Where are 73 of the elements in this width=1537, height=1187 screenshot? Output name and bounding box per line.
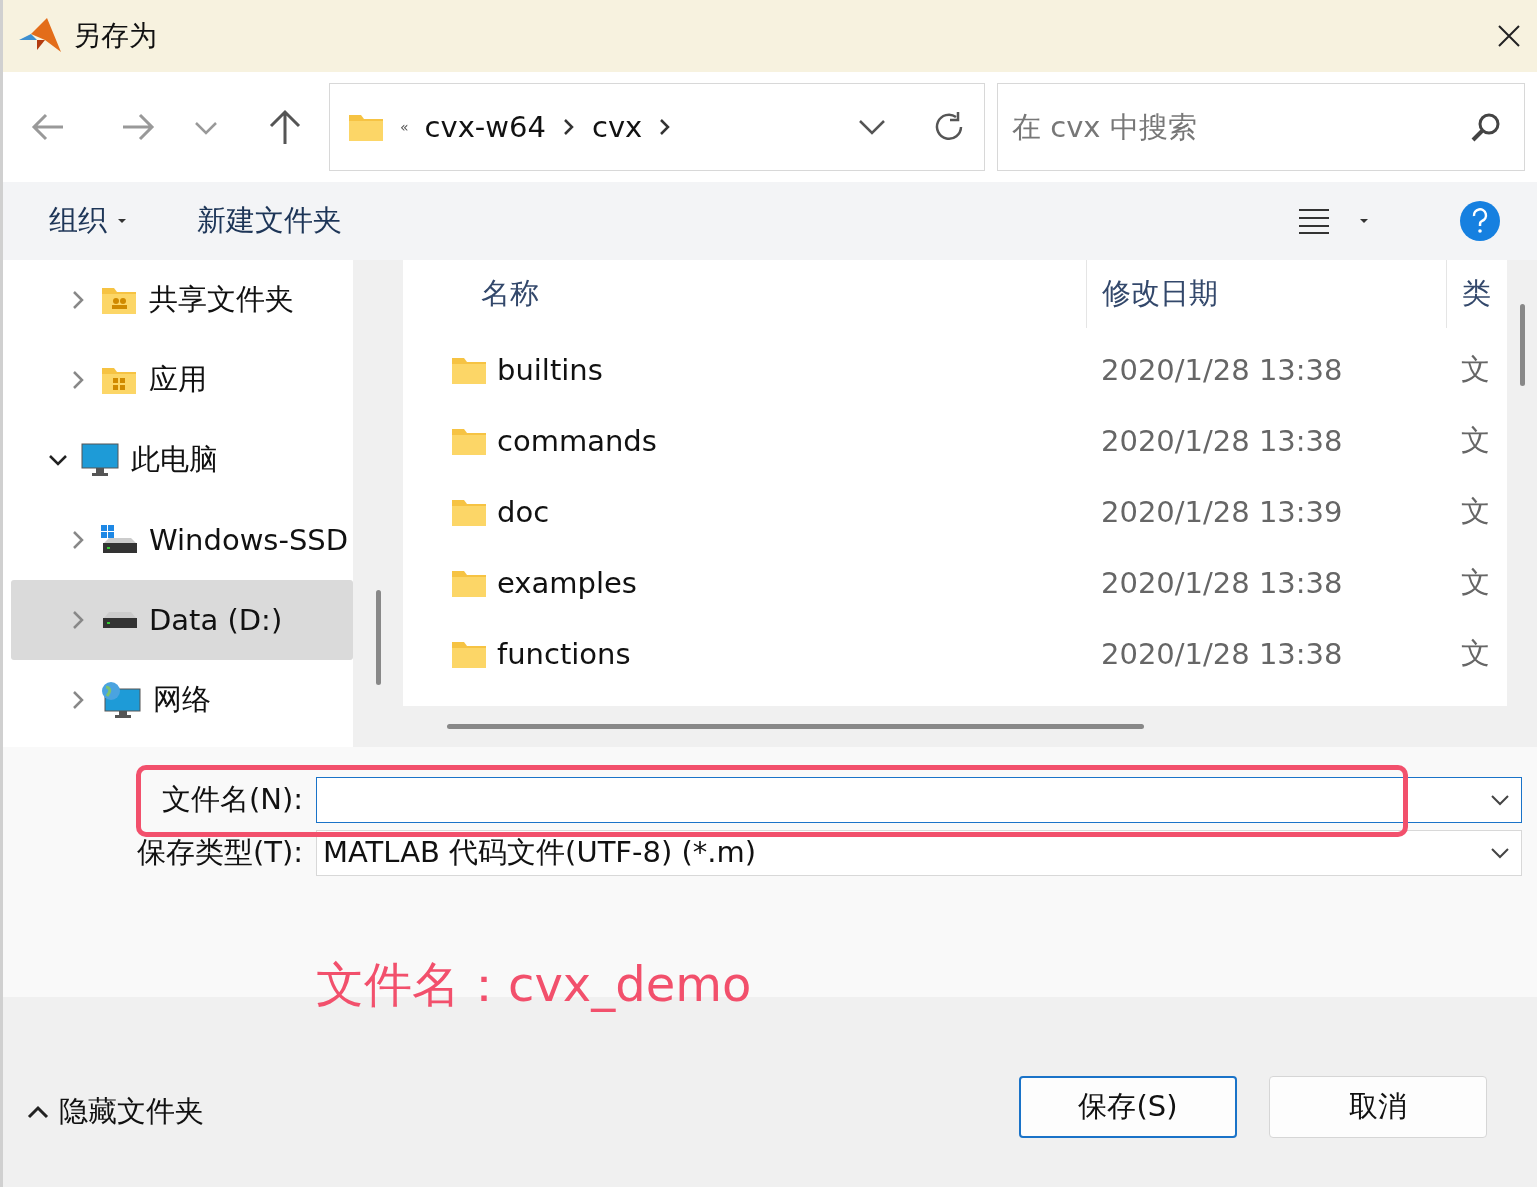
up-button[interactable] bbox=[267, 108, 303, 146]
nav-item[interactable]: 共享文件夹 bbox=[11, 260, 353, 340]
file-date: 2020/1/28 13:38 bbox=[1101, 636, 1344, 671]
dialog-button[interactable]: 保存(S) bbox=[1019, 1076, 1237, 1138]
nav-item-label: Data (D:) bbox=[149, 603, 283, 637]
chevron-down-icon[interactable] bbox=[1490, 847, 1510, 859]
shared-folder-icon bbox=[101, 285, 137, 315]
field-label: 保存类型(T): bbox=[135, 834, 303, 871]
nav-item-label: 此电脑 bbox=[131, 441, 218, 478]
file-name: doc bbox=[497, 494, 551, 529]
network-icon bbox=[101, 681, 141, 719]
chevron-up-icon bbox=[27, 1105, 49, 1119]
breadcrumb[interactable]: cvx bbox=[591, 110, 643, 144]
nav-item-label: Windows-SSD bbox=[149, 523, 349, 557]
scrollbar-thumb[interactable] bbox=[375, 590, 381, 685]
chevron-right-icon[interactable] bbox=[561, 118, 576, 136]
file-name: functions bbox=[497, 636, 632, 671]
window-title: 另存为 bbox=[73, 18, 158, 54]
scrollbar-thumb[interactable] bbox=[1519, 304, 1525, 386]
folder-icon bbox=[348, 112, 384, 142]
address-bar[interactable]: « cvx-w64 cvx bbox=[329, 83, 985, 171]
file-row[interactable]: functions 2020/1/28 13:38 文 bbox=[403, 618, 1507, 689]
nav-item-label: 应用 bbox=[149, 361, 207, 398]
dialog-button[interactable]: 取消 bbox=[1269, 1076, 1487, 1138]
close-button[interactable] bbox=[1497, 24, 1521, 48]
combo-field[interactable] bbox=[316, 777, 1522, 823]
scrollbar-thumb[interactable] bbox=[447, 724, 1144, 729]
nav-item-label: 共享文件夹 bbox=[149, 281, 294, 318]
nav-item[interactable]: Windows-SSD bbox=[11, 500, 353, 580]
drive-icon bbox=[101, 525, 137, 555]
nav-item-label: 网络 bbox=[153, 681, 211, 718]
app-logo-icon bbox=[19, 18, 61, 54]
file-type: 文 bbox=[1461, 350, 1491, 388]
forward-button[interactable] bbox=[121, 112, 155, 142]
help-button[interactable] bbox=[1459, 200, 1501, 242]
overflow-indicator[interactable]: « bbox=[400, 119, 409, 135]
chevron-down-icon[interactable] bbox=[1490, 794, 1510, 806]
field-label: 文件名(N): bbox=[160, 781, 303, 818]
file-type: 文 bbox=[1461, 492, 1491, 530]
file-name: examples bbox=[497, 565, 638, 600]
file-date: 2020/1/28 13:38 bbox=[1101, 423, 1344, 458]
breadcrumb[interactable]: cvx-w64 bbox=[424, 110, 546, 144]
nav-item[interactable]: 网络 bbox=[11, 660, 353, 740]
file-row[interactable]: doc 2020/1/28 13:39 文 bbox=[403, 476, 1507, 547]
monitor-icon bbox=[81, 443, 119, 477]
nav-item[interactable]: 应用 bbox=[11, 340, 353, 420]
caret-icon bbox=[1359, 218, 1369, 224]
back-button[interactable] bbox=[31, 112, 65, 142]
file-name: builtins bbox=[497, 352, 604, 387]
file-type: 文 bbox=[1461, 634, 1491, 672]
command-button[interactable]: 新建文件夹 bbox=[197, 201, 342, 241]
nav-item[interactable]: 此电脑 bbox=[11, 420, 353, 500]
file-date: 2020/1/28 13:39 bbox=[1101, 494, 1344, 529]
file-row[interactable]: examples 2020/1/28 13:38 文 bbox=[403, 547, 1507, 618]
view-options-button[interactable] bbox=[1299, 208, 1369, 234]
hide-folders-button[interactable]: 隐藏文件夹 bbox=[21, 1091, 210, 1133]
search-field[interactable]: 在 cvx 中搜索 bbox=[997, 83, 1525, 171]
command-button[interactable]: 组织 bbox=[49, 201, 127, 241]
search-icon bbox=[1471, 112, 1501, 142]
dropdown-button[interactable] bbox=[858, 118, 886, 136]
column-header[interactable]: 名称 bbox=[403, 260, 1086, 328]
file-name: commands bbox=[497, 423, 658, 458]
annotation-text: 文件名：cvx_demo bbox=[316, 955, 753, 1014]
file-date: 2020/1/28 13:38 bbox=[1101, 565, 1344, 600]
file-type: 文 bbox=[1461, 563, 1491, 601]
file-row[interactable]: commands 2020/1/28 13:38 文 bbox=[403, 405, 1507, 476]
file-row[interactable]: builtins 2020/1/28 13:38 文 bbox=[403, 334, 1507, 405]
column-header[interactable]: 修改日期 bbox=[1086, 260, 1446, 328]
drive-icon bbox=[101, 610, 137, 630]
nav-item[interactable]: Data (D:) bbox=[11, 580, 353, 660]
file-date: 2020/1/28 13:38 bbox=[1101, 352, 1344, 387]
file-type: 文 bbox=[1461, 421, 1491, 459]
apps-folder-icon bbox=[101, 365, 137, 395]
